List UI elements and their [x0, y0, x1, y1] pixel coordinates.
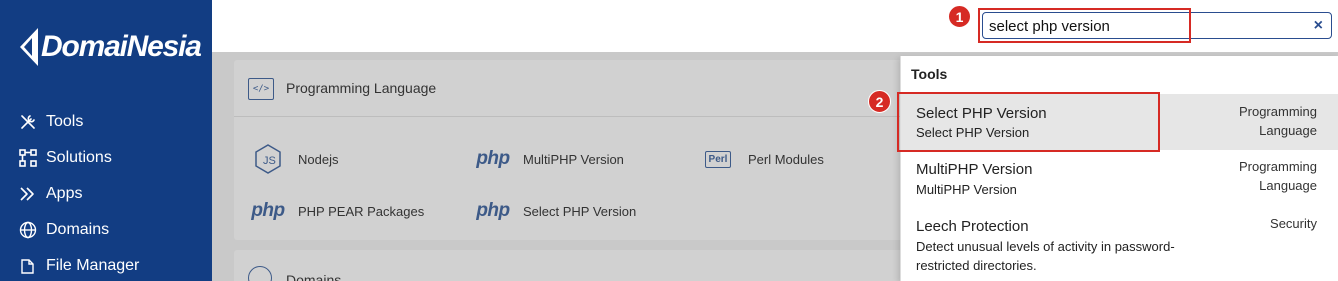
result-title: Select PHP Version	[916, 105, 1047, 122]
folder-icon	[18, 256, 38, 276]
section-title: Programming Language	[286, 80, 437, 96]
php-pear-icon: php	[251, 200, 285, 221]
tool-multiphp-version[interactable]: php MultiPHP Version	[473, 142, 624, 176]
section-title: Domains	[286, 272, 342, 281]
tool-label: PHP PEAR Packages	[298, 203, 425, 219]
result-select-php-version[interactable]: Select PHP Version Select PHP Version Pr…	[901, 94, 1338, 150]
tool-label: MultiPHP Version	[523, 151, 624, 167]
logo-mark-icon	[20, 28, 38, 66]
globe-icon	[18, 220, 38, 240]
perl-icon: Perl	[698, 142, 738, 176]
result-title: MultiPHP Version	[916, 161, 1033, 178]
sidebar-item-solutions[interactable]: Solutions	[18, 140, 139, 176]
nodejs-icon: JS	[248, 142, 288, 176]
result-category: Programming Language	[1238, 159, 1317, 193]
solutions-icon	[18, 148, 38, 168]
tool-nodejs[interactable]: JS Nodejs	[248, 142, 338, 176]
sidebar-item-label: Domains	[46, 221, 110, 238]
annotation-badge-1: 1	[948, 5, 971, 28]
sidebar-item-tools[interactable]: Tools	[18, 104, 139, 140]
tool-perl-modules[interactable]: Perl Perl Modules	[698, 142, 824, 176]
sidebar-item-label: File Manager	[46, 257, 140, 274]
sidebar-item-domains[interactable]: Domains	[18, 212, 139, 248]
svg-text:JS: JS	[263, 155, 276, 167]
tool-php-pear-packages[interactable]: php PHP PEAR Packages	[248, 194, 424, 228]
tool-label: Select PHP Version	[523, 203, 637, 219]
tools-icon	[18, 112, 38, 132]
sidebar-item-label: Apps	[46, 185, 83, 202]
tool-label: Nodejs	[298, 151, 339, 167]
sidebar: DomaiNesia Tools Solutions Apps Domains …	[0, 0, 212, 281]
search-input[interactable]	[989, 16, 1289, 36]
php-icon: php	[476, 148, 510, 169]
result-subtitle: Select PHP Version	[916, 125, 1030, 140]
brand-logo[interactable]: DomaiNesia	[18, 26, 202, 68]
sidebar-item-label: Tools	[46, 113, 84, 130]
result-leech-protection[interactable]: Leech Protection Detect unusual levels o…	[901, 206, 1338, 281]
php-select-icon: php	[476, 200, 510, 221]
tool-select-php-version[interactable]: php Select PHP Version	[473, 194, 636, 228]
sidebar-item-file-manager[interactable]: File Manager	[18, 248, 139, 281]
dropdown-heading: Tools	[911, 66, 948, 82]
apps-icon	[18, 184, 38, 204]
search-results-dropdown: Tools Select PHP Version Select PHP Vers…	[900, 56, 1338, 281]
search-box: ×	[982, 12, 1332, 39]
brand-name: DomaiNesia	[41, 30, 202, 63]
globe-icon	[248, 266, 272, 281]
result-title: Leech Protection	[916, 218, 1029, 235]
result-multiphp-version[interactable]: MultiPHP Version MultiPHP Version Progra…	[901, 150, 1338, 206]
sidebar-item-label: Solutions	[46, 149, 112, 166]
sidebar-item-apps[interactable]: Apps	[18, 176, 139, 212]
annotation-badge-2: 2	[868, 90, 891, 113]
tool-label: Perl Modules	[748, 151, 824, 167]
code-icon: </>	[248, 78, 274, 100]
result-category: Security	[1270, 216, 1317, 231]
sidebar-nav: Tools Solutions Apps Domains File Manage…	[18, 104, 139, 281]
result-subtitle: MultiPHP Version	[916, 182, 1017, 197]
result-category: Programming Language	[1238, 104, 1317, 138]
result-subtitle: Detect unusual levels of activity in pas…	[916, 239, 1175, 273]
close-icon[interactable]: ×	[1314, 16, 1323, 36]
